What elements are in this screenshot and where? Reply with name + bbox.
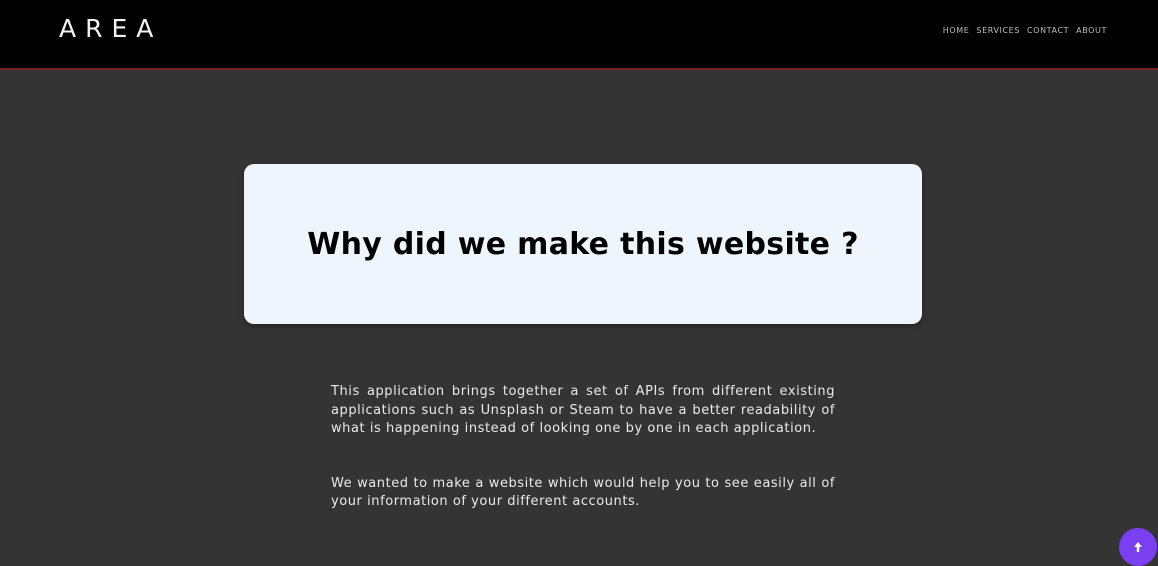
- about-content: This application brings together a set o…: [331, 383, 835, 512]
- scroll-to-top-button[interactable]: [1119, 528, 1157, 566]
- nav-link-home[interactable]: HOME: [943, 25, 970, 37]
- nav-link-about[interactable]: ABOUT: [1076, 25, 1107, 37]
- nav-link-contact[interactable]: CONTACT: [1027, 25, 1069, 37]
- about-paragraph-1: This application brings together a set o…: [331, 384, 835, 436]
- hero-card: Why did we make this website ?: [244, 164, 922, 324]
- arrow-up-icon: [1133, 541, 1143, 553]
- hero-title: Why did we make this website ?: [307, 226, 859, 262]
- site-logo[interactable]: AREA: [59, 14, 162, 44]
- about-paragraph-2: We wanted to make a website which would …: [331, 475, 835, 510]
- main-nav: HOME SERVICES CONTACT ABOUT: [943, 25, 1107, 37]
- nav-link-services[interactable]: SERVICES: [976, 25, 1020, 37]
- top-navbar: AREA HOME SERVICES CONTACT ABOUT: [0, 0, 1158, 70]
